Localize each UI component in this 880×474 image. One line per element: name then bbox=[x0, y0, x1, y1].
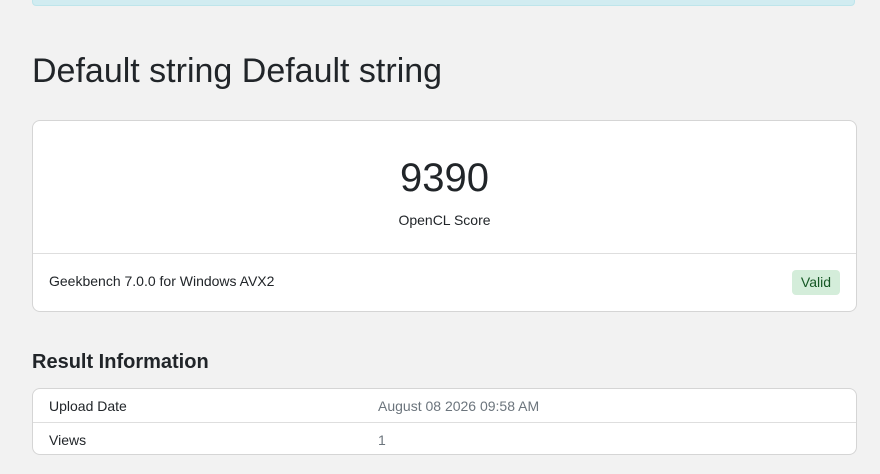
geekbench-version: Geekbench 7.0.0 for Windows AVX2 bbox=[49, 273, 275, 289]
opencl-score-value: 9390 bbox=[400, 156, 489, 200]
page-title: Default string Default string bbox=[32, 52, 443, 90]
views-value: 1 bbox=[378, 432, 386, 448]
result-information-table: Upload Date August 08 2026 09:58 AM View… bbox=[32, 388, 857, 455]
top-alert-banner bbox=[32, 0, 855, 6]
score-summary: 9390 OpenCL Score bbox=[33, 121, 856, 254]
result-information-title: Result Information bbox=[32, 351, 209, 373]
opencl-score-card: 9390 OpenCL Score Geekbench 7.0.0 for Wi… bbox=[32, 120, 857, 312]
upload-date-value: August 08 2026 09:58 AM bbox=[378, 398, 540, 414]
table-row-views: Views 1 bbox=[33, 422, 856, 454]
score-card-footer: Geekbench 7.0.0 for Windows AVX2 Valid bbox=[33, 254, 856, 311]
views-label: Views bbox=[49, 432, 87, 448]
table-row-upload-date: Upload Date August 08 2026 09:58 AM bbox=[33, 389, 856, 422]
upload-date-label: Upload Date bbox=[49, 398, 127, 414]
opencl-score-label: OpenCL Score bbox=[398, 212, 491, 228]
valid-status-badge: Valid bbox=[791, 270, 840, 295]
